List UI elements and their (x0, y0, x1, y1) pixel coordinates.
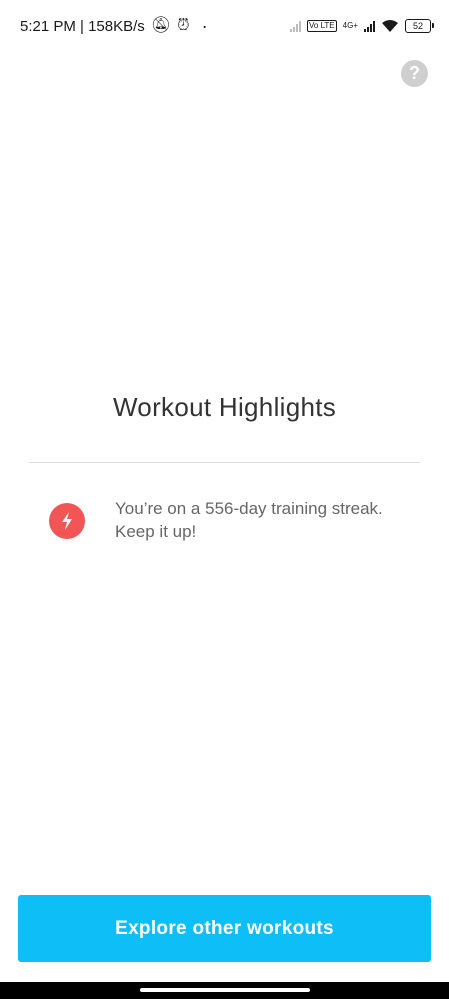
alarm-icon: ⏰︎ (177, 17, 190, 34)
battery-level: 52 (412, 21, 423, 31)
volte-icon: Vo LTE (307, 20, 337, 32)
notifications-muted-icon: 🔕︎ (150, 17, 172, 34)
status-time-speed: 5:21 PM | 158KB/s (20, 17, 145, 35)
home-indicator[interactable] (140, 988, 310, 992)
help-icon: ? (409, 63, 420, 83)
signal-sim1-icon (290, 20, 301, 32)
streak-text-line2: Keep it up! (115, 522, 197, 541)
streak-text-line1: You’re on a 556-day training streak. (115, 499, 383, 518)
battery-icon: 52 (405, 19, 434, 33)
streak-highlight-text: You’re on a 556-day training streak. Kee… (115, 497, 415, 543)
wifi-icon (382, 20, 398, 32)
navigation-bar (0, 982, 449, 999)
explore-workouts-label: Explore other workouts (115, 917, 334, 939)
title-divider (29, 462, 420, 463)
network-type-label: 4G+ (342, 21, 358, 30)
help-button[interactable]: ? (401, 60, 428, 87)
page-title: Workout Highlights (112, 392, 337, 422)
status-right: Vo LTE 4G+ 52 (290, 19, 434, 33)
status-bar: 5:21 PM | 158KB/s 🔕︎ ⏰︎ · Vo LTE 4G+ 52 (0, 0, 449, 52)
signal-sim2-icon (364, 20, 375, 32)
status-left: 5:21 PM | 158KB/s 🔕︎ ⏰︎ · (20, 17, 208, 35)
explore-workouts-button[interactable]: Explore other workouts (18, 895, 431, 962)
more-notifications-dot-icon: · (201, 16, 208, 36)
lightning-bolt-icon (49, 503, 85, 539)
